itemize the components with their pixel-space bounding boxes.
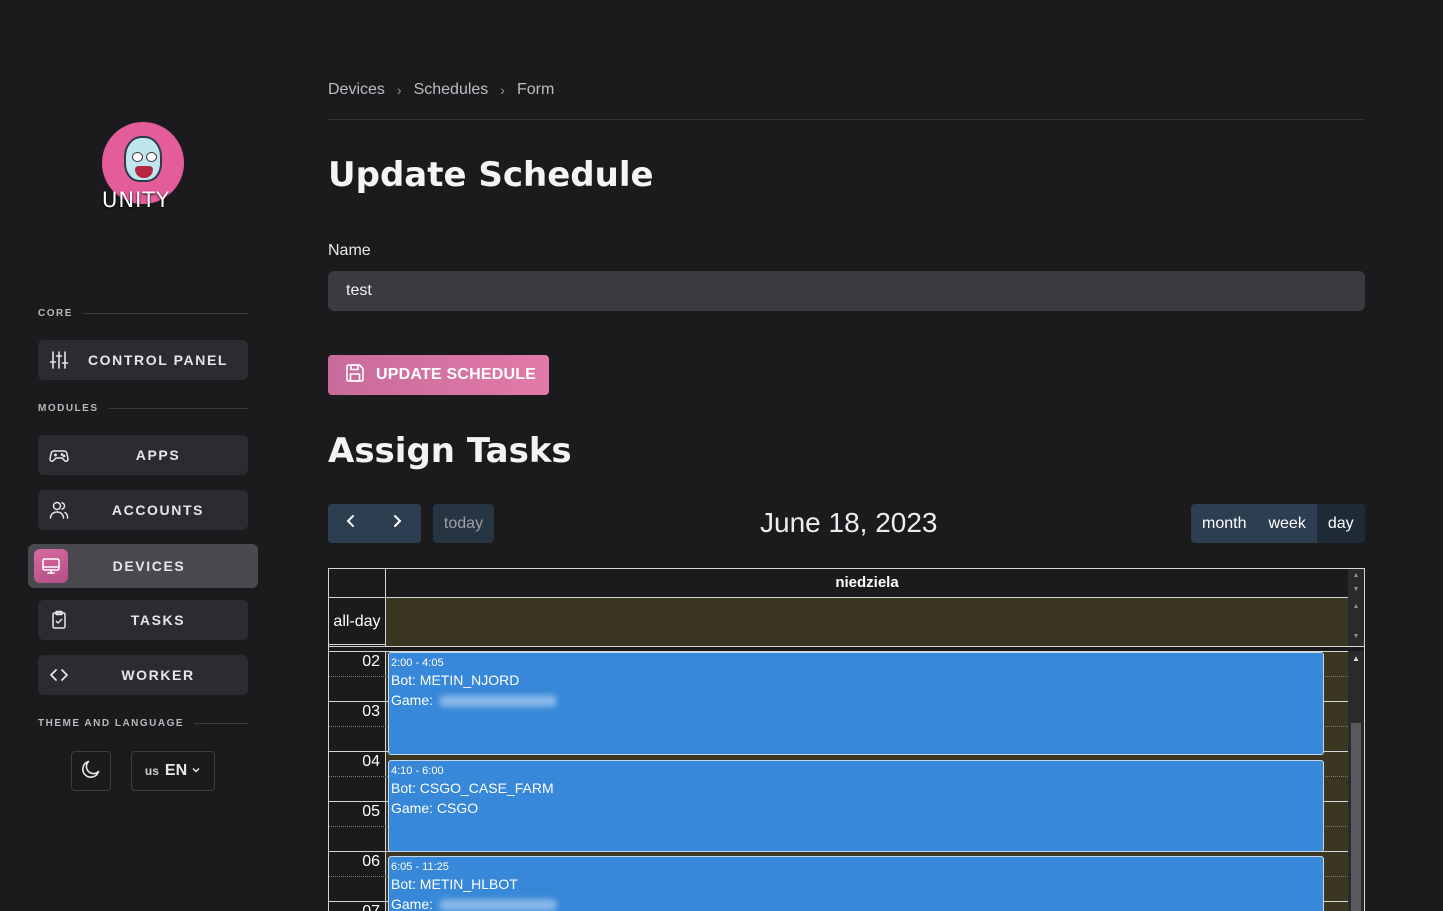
- calendar-view-switcher: month week day: [1191, 504, 1365, 543]
- event-time: 4:10 - 6:00: [391, 765, 444, 777]
- allday-label: all-day: [329, 598, 386, 646]
- event-bot: Bot: METIN_NJORD: [391, 672, 520, 688]
- moon-icon: [80, 758, 102, 785]
- update-schedule-button[interactable]: UPDATE SCHEDULE: [328, 355, 549, 395]
- breadcrumb-form: Form: [516, 81, 555, 98]
- chevron-down-icon: [191, 762, 201, 780]
- view-week-button[interactable]: week: [1257, 504, 1317, 543]
- scroll-up-icon: ▲: [1352, 603, 1360, 610]
- hour-label: 02: [329, 652, 386, 677]
- allday-scrollbar[interactable]: ▲ ▼: [1348, 598, 1364, 646]
- breadcrumb-schedules[interactable]: Schedules: [414, 81, 489, 99]
- language-code: EN: [164, 762, 188, 779]
- sidebar-item-apps[interactable]: APPS: [38, 435, 248, 475]
- main-content: Devices › Schedules › Form Update Schedu…: [328, 0, 1365, 911]
- scroll-up-icon: ▲: [1352, 572, 1360, 579]
- page-title: Update Schedule: [328, 155, 654, 195]
- calendar-scrollbar[interactable]: ▲: [1348, 651, 1364, 911]
- flag-icon: us: [144, 764, 159, 778]
- calendar-day-header[interactable]: niedziela: [386, 569, 1348, 598]
- sidebar-item-tasks[interactable]: TASKS: [38, 600, 248, 640]
- calendar-header-row: niedziela ▲ ▼: [329, 569, 1364, 598]
- theme-toggle-button[interactable]: [71, 751, 111, 791]
- language-select[interactable]: us EN: [131, 751, 215, 791]
- calendar-today-button[interactable]: today: [433, 504, 494, 543]
- code-icon: [48, 664, 70, 686]
- hour-label: 04: [329, 752, 386, 777]
- event-game: Game: CSGO: [391, 800, 479, 816]
- sidebar-item-control-panel[interactable]: CONTROL PANEL: [38, 340, 248, 380]
- sidebar: UNITY CORE CONTROL PANEL MODULES APPS AC…: [0, 0, 285, 911]
- calendar-title: June 18, 2023: [760, 507, 938, 538]
- sidebar-item-devices[interactable]: DEVICES: [28, 544, 258, 588]
- sliders-icon: [48, 349, 70, 371]
- hour-label: 03: [329, 702, 386, 727]
- update-schedule-label: UPDATE SCHEDULE: [376, 366, 537, 383]
- event-time: 2:00 - 4:05: [391, 657, 444, 669]
- view-month-button[interactable]: month: [1191, 504, 1258, 543]
- calendar-event[interactable]: 4:10 - 6:00 Bot: CSGO_CASE_FARM Game: CS…: [388, 760, 1324, 852]
- gamepad-icon: [48, 444, 70, 466]
- logo[interactable]: UNITY: [100, 120, 186, 216]
- save-icon: [344, 362, 366, 389]
- name-field[interactable]: [328, 271, 1365, 311]
- hour-label: 07: [329, 902, 386, 911]
- calendar-event[interactable]: 6:05 - 11:25 Bot: METIN_HLBOT Game:: [388, 856, 1324, 911]
- view-day-button[interactable]: day: [1316, 504, 1365, 543]
- calendar-nav: [328, 504, 421, 543]
- hour-label: 06: [329, 852, 386, 877]
- event-game: Game:: [391, 692, 434, 708]
- chevron-left-icon: [344, 514, 358, 533]
- redacted-text: [439, 695, 558, 708]
- header-divider: [328, 119, 1365, 120]
- scrollbar-thumb[interactable]: [1351, 723, 1361, 911]
- calendar-next-button[interactable]: [374, 504, 420, 543]
- chevron-right-icon: [390, 514, 404, 533]
- section-label-modules: MODULES: [38, 403, 248, 414]
- header-scrollbar[interactable]: ▲ ▼: [1348, 569, 1364, 598]
- allday-cell[interactable]: [386, 598, 1348, 646]
- sidebar-item-accounts[interactable]: ACCOUNTS: [38, 490, 248, 530]
- hour-label: 05: [329, 802, 386, 827]
- calendar-prev-button[interactable]: [328, 504, 374, 543]
- breadcrumb-separator-icon: ›: [396, 82, 402, 98]
- calendar-event[interactable]: 2:00 - 4:05 Bot: METIN_NJORD Game:: [388, 652, 1324, 755]
- event-bot: Bot: METIN_HLBOT: [391, 876, 518, 892]
- breadcrumb: Devices › Schedules › Form: [328, 81, 554, 99]
- scroll-down-icon: ▼: [1352, 586, 1360, 593]
- section-label-core: CORE: [38, 308, 248, 319]
- breadcrumb-separator-icon: ›: [500, 82, 505, 98]
- users-icon: [48, 499, 70, 521]
- calendar-allday-row: all-day ▲ ▼: [329, 598, 1364, 647]
- clipboard-check-icon: [48, 609, 70, 631]
- assign-tasks-title: Assign Tasks: [328, 431, 572, 471]
- event-game: Game:: [391, 896, 434, 911]
- calendar-axis-corner: [329, 569, 386, 598]
- brand-name: UNITY: [102, 188, 170, 212]
- calendar-grid: niedziela ▲ ▼ all-day ▲ ▼ 02 03 04 05 06: [328, 568, 1365, 911]
- calendar-time-slots: 02 03 04 05 06 07 2:00 - 4:05 Bot: METIN…: [329, 651, 1364, 911]
- scroll-up-icon: ▲: [1352, 654, 1360, 663]
- scroll-down-icon: ▼: [1352, 633, 1360, 640]
- redacted-text: [439, 899, 558, 911]
- breadcrumb-devices[interactable]: Devices: [328, 81, 385, 99]
- sidebar-item-worker[interactable]: WORKER: [38, 655, 248, 695]
- name-field-label: Name: [328, 242, 371, 259]
- monitor-icon: [34, 549, 68, 583]
- event-bot: Bot: CSGO_CASE_FARM: [391, 780, 554, 796]
- section-label-theme: THEME AND LANGUAGE: [38, 718, 248, 729]
- event-time: 6:05 - 11:25: [391, 861, 449, 873]
